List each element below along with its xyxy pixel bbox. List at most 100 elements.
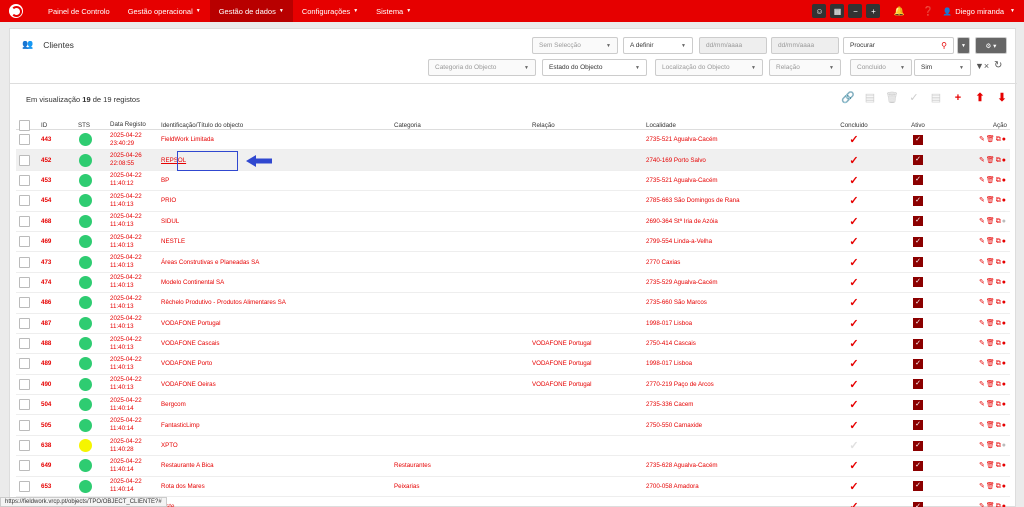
row-title-text[interactable]: FieldWork Limitada: [161, 136, 214, 143]
edit-icon[interactable]: ✎: [979, 340, 986, 347]
row-title[interactable]: Rêchelo Produtivo - Produtos Alimentares…: [161, 299, 394, 306]
card-icon[interactable]: ▦: [830, 4, 845, 18]
row-checkbox[interactable]: [19, 338, 30, 350]
edit-icon[interactable]: ✎: [979, 218, 986, 225]
edit-icon[interactable]: ✎: [979, 197, 986, 204]
edit-icon[interactable]: ✎: [979, 238, 986, 245]
row-title[interactable]: teste: [161, 503, 394, 507]
table-row[interactable]: 504 2025-04-22 11:40:14 Bergcom 2735-336 Cac…: [16, 395, 1010, 416]
row-title[interactable]: VODAFONE Oeiras: [161, 381, 394, 388]
header-location[interactable]: Localidade: [646, 122, 822, 129]
map-pin-icon[interactable]: ●: [1002, 503, 1007, 507]
table-row[interactable]: 490 2025-04-22 11:40:13 VODAFONE Oeiras VODA…: [16, 375, 1010, 396]
row-checkbox[interactable]: [19, 460, 30, 472]
edit-icon[interactable]: ✎: [979, 136, 986, 143]
trash-icon[interactable]: 🗑: [986, 299, 996, 306]
row-id[interactable]: 443: [41, 136, 78, 143]
trash-icon[interactable]: 🗑: [986, 218, 996, 225]
row-title[interactable]: VODAFONE Portugal: [161, 320, 394, 327]
header-date[interactable]: Data Registo: [110, 121, 161, 129]
table-row[interactable]: 505 2025-04-22 11:40:14 FantasticLimp 2750-5…: [16, 415, 1010, 436]
row-title[interactable]: Restaurante A Bica: [161, 462, 394, 469]
row-id[interactable]: 487: [41, 320, 78, 327]
select-all-checkbox[interactable]: [19, 119, 30, 131]
active-checkbox[interactable]: ✓: [913, 338, 923, 349]
row-title[interactable]: Áreas Construtivas e Planeadas SA: [161, 259, 394, 266]
link-icon[interactable]: 🔗: [841, 91, 855, 104]
edit-icon[interactable]: ✎: [979, 422, 986, 429]
edit-icon[interactable]: ✎: [979, 259, 986, 266]
active-checkbox[interactable]: ✓: [913, 155, 923, 166]
user-menu[interactable]: 👤 Diego miranda ▼: [943, 7, 1024, 16]
row-title-text[interactable]: FantasticLimp: [161, 422, 200, 429]
row-id[interactable]: 486: [41, 299, 78, 306]
state-filter[interactable]: Estado do Objecto ▼: [542, 59, 647, 76]
active-checkbox[interactable]: ✓: [913, 195, 923, 206]
map-pin-icon[interactable]: ●: [1002, 238, 1007, 245]
row-title[interactable]: Rota dos Mares: [161, 483, 394, 490]
table-row[interactable]: 486 2025-04-22 11:40:13 Rêchelo Produtivo -…: [16, 293, 1010, 314]
map-pin-icon[interactable]: ●: [1002, 259, 1007, 266]
map-pin-icon[interactable]: ●: [1002, 320, 1007, 327]
row-id[interactable]: 468: [41, 218, 78, 225]
row-checkbox[interactable]: [19, 256, 30, 268]
row-title-text[interactable]: Rêchelo Produtivo - Produtos Alimentares…: [161, 299, 286, 306]
table-row[interactable]: 638 2025-04-22 11:40:28 XPTO ✓ ✓ ✎🗑⧉●: [16, 436, 1010, 457]
row-title[interactable]: SIDUL: [161, 218, 394, 225]
nav-item-2[interactable]: Gestão de dados ▼: [209, 0, 293, 22]
row-checkbox[interactable]: [19, 440, 30, 452]
row-title[interactable]: Bergcom: [161, 401, 394, 408]
row-checkbox[interactable]: [19, 154, 30, 166]
map-pin-icon[interactable]: ●: [1002, 279, 1007, 286]
table-row[interactable]: 453 2025-04-22 11:40:12 BP 2735-521 Agualva-…: [16, 171, 1010, 192]
edit-icon[interactable]: ✎: [979, 360, 986, 367]
row-id[interactable]: 469: [41, 238, 78, 245]
row-checkbox[interactable]: [19, 236, 30, 248]
row-title[interactable]: PRIO: [161, 197, 394, 204]
refresh-icon[interactable]: ↻: [994, 60, 1002, 71]
row-title-text[interactable]: Rota dos Mares: [161, 483, 205, 490]
row-checkbox[interactable]: [19, 134, 30, 146]
active-checkbox[interactable]: ✓: [913, 399, 923, 410]
table-row[interactable]: 474 2025-04-22 11:40:13 Modelo Continental …: [16, 273, 1010, 294]
row-id[interactable]: 454: [41, 197, 78, 204]
active-checkbox[interactable]: ✓: [913, 257, 923, 268]
nav-item-4[interactable]: Sistema ▼: [367, 0, 420, 22]
row-title-text[interactable]: XPTO: [161, 442, 178, 449]
row-id[interactable]: 473: [41, 259, 78, 266]
upload-icon[interactable]: ⬆: [973, 91, 987, 104]
row-checkbox[interactable]: [19, 276, 30, 288]
trash-icon[interactable]: 🗑: [986, 422, 996, 429]
active-filter[interactable]: Sim ▼: [914, 59, 971, 76]
clear-filter-icon[interactable]: ▼×: [975, 61, 989, 71]
header-title[interactable]: Identificação/Título do objecto: [161, 122, 394, 129]
map-pin-icon[interactable]: ●: [1002, 157, 1007, 164]
header-id[interactable]: ID: [41, 122, 78, 129]
map-pin-icon[interactable]: ●: [1002, 462, 1007, 469]
header-category[interactable]: Categoria: [394, 122, 532, 129]
edit-icon[interactable]: ✎: [979, 299, 986, 306]
row-title[interactable]: XPTO: [161, 442, 394, 449]
settings-button[interactable]: ⚙ ▾: [975, 37, 1007, 54]
map-pin-icon[interactable]: ●: [1002, 177, 1007, 184]
header-active[interactable]: Ativo: [886, 122, 950, 129]
trash-icon[interactable]: 🗑: [986, 136, 996, 143]
row-id[interactable]: 489: [41, 360, 78, 367]
row-checkbox[interactable]: [19, 215, 30, 227]
trash-icon[interactable]: 🗑: [986, 320, 996, 327]
row-checkbox[interactable]: [19, 399, 30, 411]
edit-icon[interactable]: ✎: [979, 462, 986, 469]
trash-icon[interactable]: 🗑: [986, 401, 996, 408]
date-from-input[interactable]: dd/mm/aaaa: [699, 37, 767, 54]
row-id[interactable]: 452: [41, 157, 78, 164]
trash-icon[interactable]: 🗑: [986, 197, 996, 204]
map-pin-icon[interactable]: ●: [1002, 197, 1007, 204]
nav-item-1[interactable]: Gestão operacional ▼: [119, 0, 210, 22]
row-id[interactable]: 505: [41, 422, 78, 429]
trash-icon[interactable]: 🗑: [986, 442, 996, 449]
row-checkbox[interactable]: [19, 195, 30, 207]
row-title[interactable]: Modelo Continental SA: [161, 279, 394, 286]
active-checkbox[interactable]: ✓: [913, 460, 923, 471]
active-checkbox[interactable]: ✓: [913, 297, 923, 308]
nav-item-3[interactable]: Configurações ▼: [293, 0, 367, 22]
